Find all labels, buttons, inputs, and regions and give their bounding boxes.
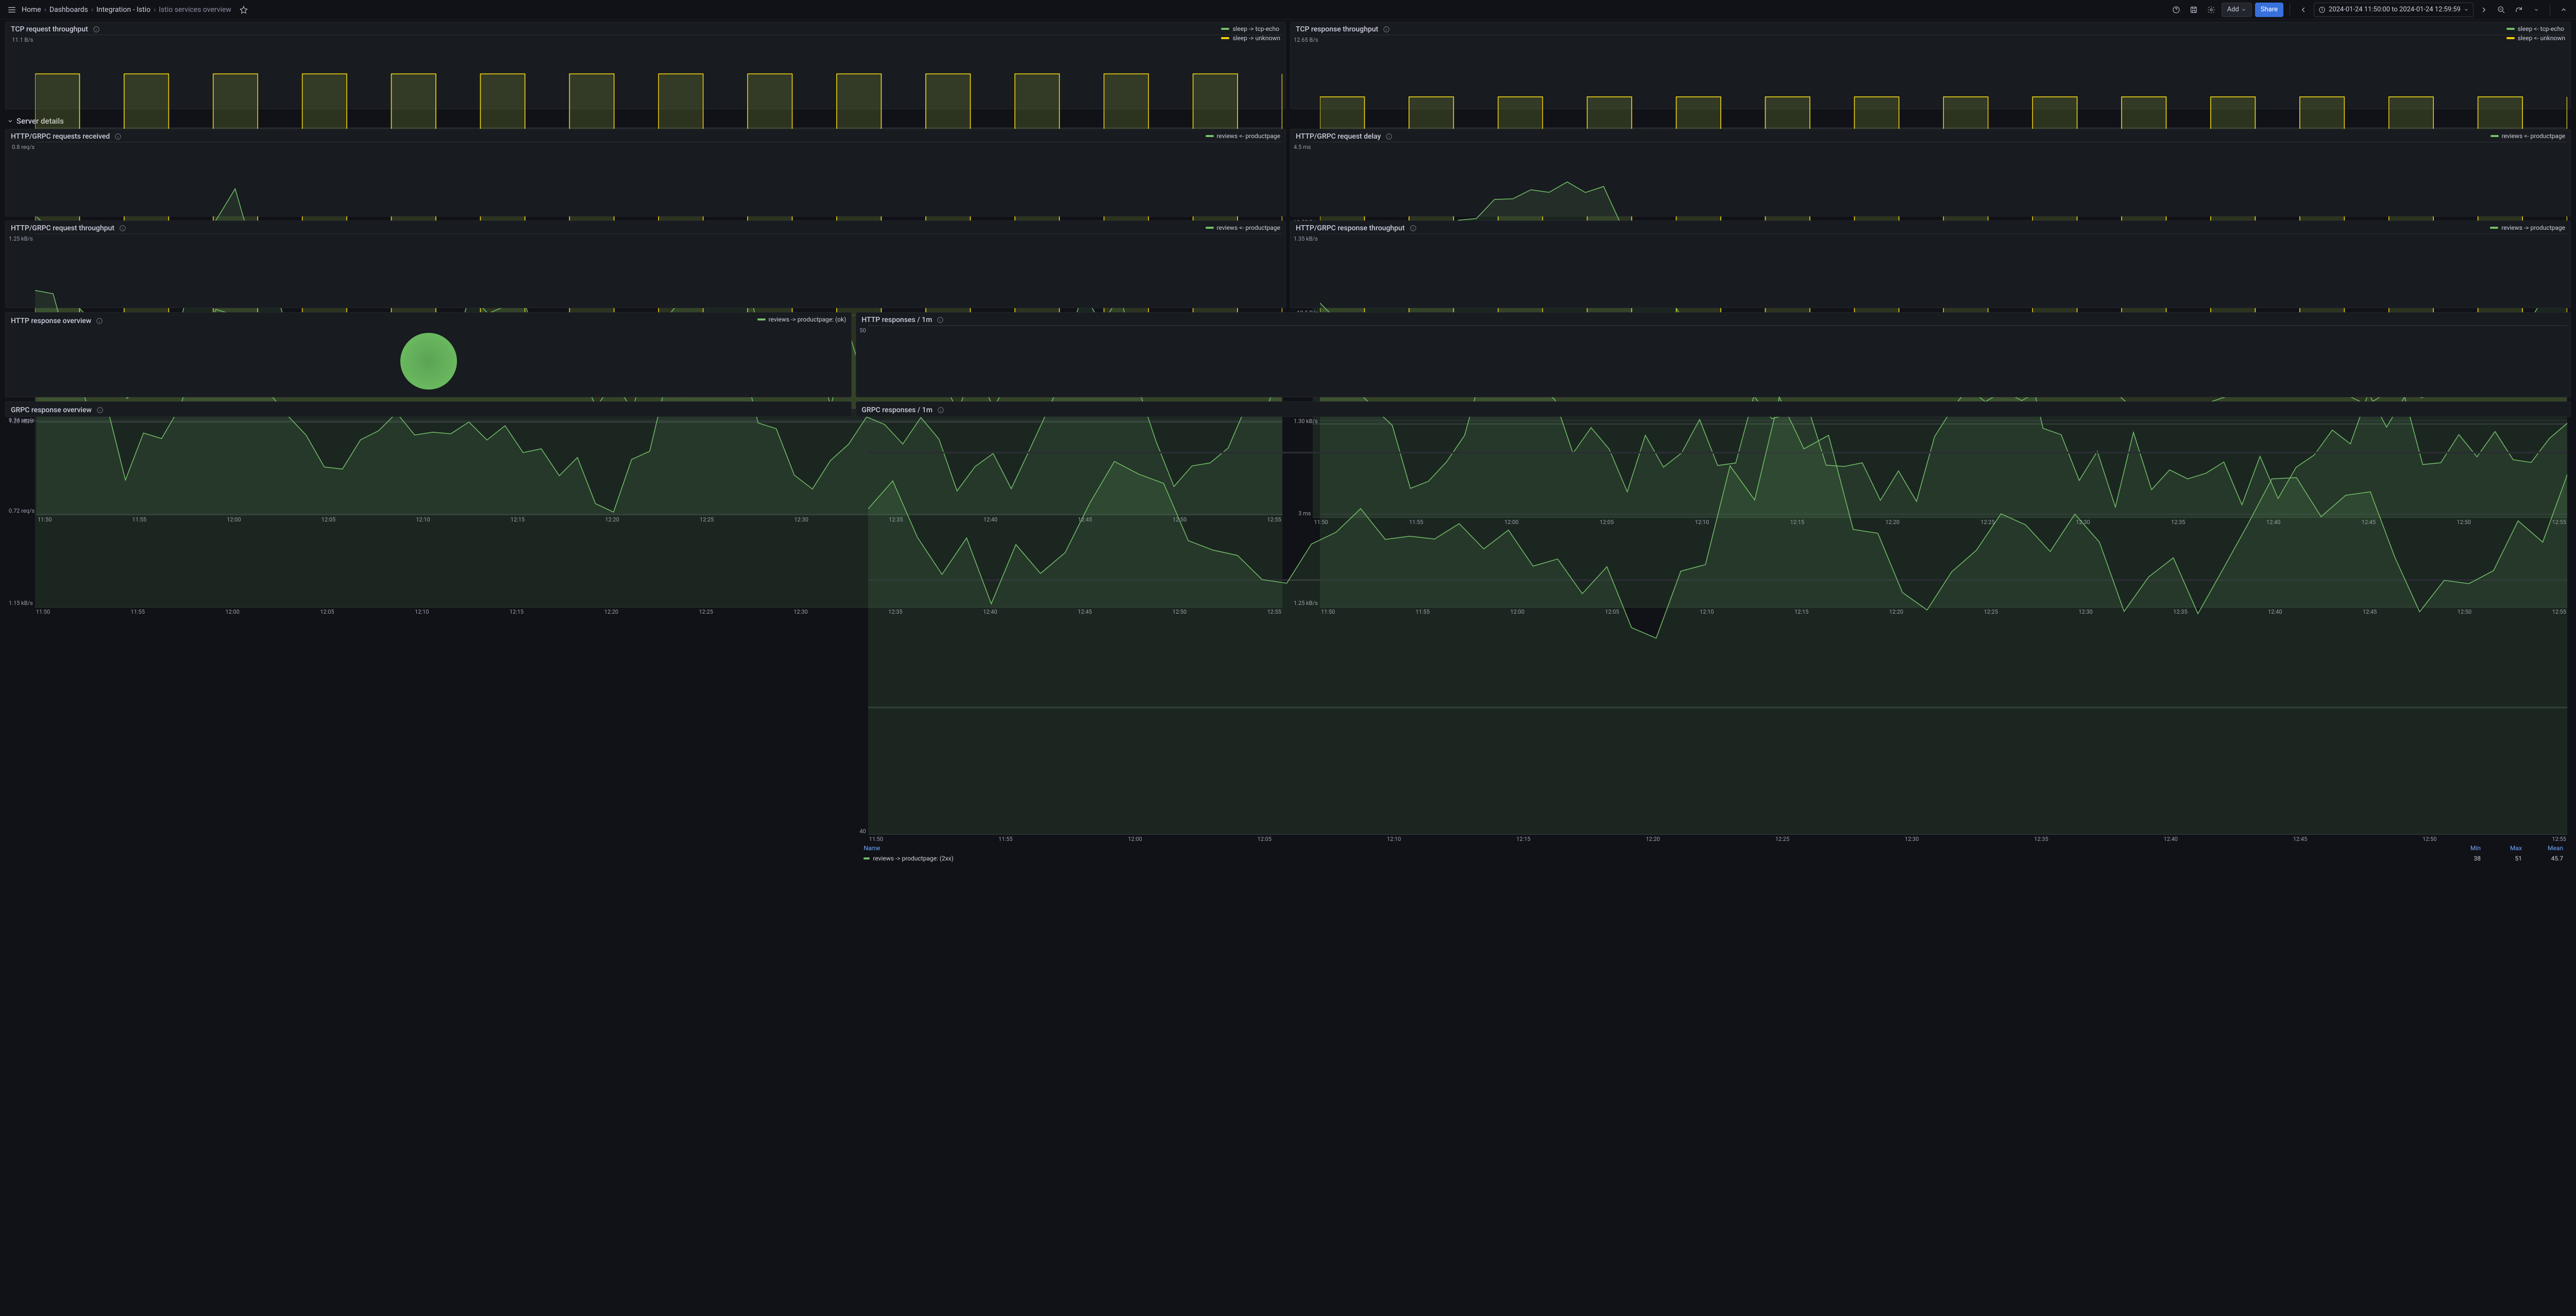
- legend-label: sleep -> tcp-echo: [1232, 25, 1279, 32]
- panel-title: HTTP/GRPC request throughput: [11, 224, 114, 232]
- breadcrumb-current: Istio services overview: [159, 6, 231, 14]
- legend-item[interactable]: reviews <- productpage: [1206, 224, 1280, 231]
- panel-legend: reviews -> productpage: [2490, 224, 2565, 231]
- panel-title: GRPC responses / 1m: [861, 406, 933, 414]
- legend-label: reviews <- productpage: [2502, 132, 2565, 140]
- top-bar: Home › Dashboards › Integration - Istio …: [0, 0, 2576, 20]
- time-range-picker[interactable]: 2024-01-24 11:50:00 to 2024-01-24 12:59:…: [2314, 3, 2473, 17]
- collapse-button[interactable]: [2556, 3, 2571, 17]
- panel-http-response-overview[interactable]: HTTP response overview reviews -> produc…: [5, 312, 852, 397]
- table-cell-max: 51: [2481, 855, 2522, 862]
- legend-label: sleep <- unknown: [2518, 35, 2565, 42]
- info-icon[interactable]: [96, 406, 104, 414]
- panel-http-responses-1m[interactable]: HTTP responses / 1m 50 40 11:5011:5512:0…: [856, 312, 2571, 397]
- table-header-name[interactable]: Name: [863, 845, 2439, 852]
- share-button[interactable]: Share: [2255, 3, 2283, 17]
- y-axis: 1.25 kB/s 1.20 kB/s 1.15 kB/s: [9, 233, 35, 616]
- legend-item[interactable]: sleep <- unknown: [2506, 35, 2565, 42]
- clock-icon: [2318, 6, 2326, 13]
- time-next-button[interactable]: [2477, 3, 2491, 17]
- panel-grpc-response-overview[interactable]: GRPC response overview: [5, 401, 852, 417]
- table-cell-min: 38: [2439, 855, 2481, 862]
- panel-title: HTTP/GRPC request delay: [1296, 132, 1381, 141]
- table-cell-name: reviews -> productpage: (2xx): [863, 855, 2439, 862]
- legend-item[interactable]: reviews -> productpage: [2490, 224, 2565, 231]
- legend-label: reviews -> productpage: (ok): [769, 316, 846, 323]
- add-button[interactable]: Add: [2222, 3, 2252, 17]
- legend-label: reviews -> productpage: [2501, 224, 2565, 231]
- panel-title: HTTP/GRPC requests received: [11, 132, 110, 141]
- dashboard-content: TCP request throughput sleep -> tcp-echo…: [0, 20, 2576, 462]
- share-button-label: Share: [2261, 6, 2278, 13]
- panel-legend: reviews <- productpage: [1206, 224, 1280, 231]
- legend-item[interactable]: sleep -> unknown: [1221, 35, 1280, 42]
- info-icon[interactable]: [1385, 132, 1393, 141]
- legend-label: reviews <- productpage: [1217, 132, 1280, 140]
- chevron-down-icon: [2241, 7, 2246, 12]
- settings-gear-icon[interactable]: [2204, 3, 2218, 17]
- panel-title: HTTP response overview: [11, 317, 91, 325]
- panel-legend: reviews -> productpage: (ok): [757, 316, 846, 323]
- legend-label: sleep -> unknown: [1232, 35, 1280, 42]
- panel-title: GRPC response overview: [11, 406, 92, 414]
- info-icon[interactable]: [1382, 25, 1391, 33]
- breadcrumb-sep: ›: [154, 6, 156, 14]
- legend-item[interactable]: reviews <- productpage: [2490, 132, 2565, 140]
- panel-http-grpc-requests-received[interactable]: HTTP/GRPC requests received reviews <- p…: [5, 129, 1286, 216]
- table-header-mean[interactable]: Mean: [2522, 845, 2563, 852]
- table-cell-mean: 45.7: [2522, 855, 2563, 862]
- star-favorite-button[interactable]: [236, 3, 251, 17]
- menu-toggle-button[interactable]: [5, 3, 19, 16]
- info-icon[interactable]: [92, 25, 100, 33]
- legend-item[interactable]: sleep -> tcp-echo: [1221, 25, 1280, 32]
- panel-title: HTTP responses / 1m: [861, 316, 932, 324]
- legend-item[interactable]: reviews <- productpage: [1206, 132, 1280, 140]
- panel-tcp-response-throughput[interactable]: TCP response throughput sleep <- tcp-ech…: [1290, 22, 2571, 109]
- pie-chart[interactable]: [9, 327, 848, 395]
- breadcrumb-sep: ›: [91, 6, 93, 14]
- help-icon[interactable]: [2169, 3, 2183, 17]
- legend-table: Name Min Max Mean reviews -> productpage…: [859, 843, 2567, 867]
- legend-item[interactable]: reviews -> productpage: (ok): [757, 316, 846, 323]
- panel-http-grpc-request-throughput[interactable]: HTTP/GRPC request throughput reviews <- …: [5, 221, 1286, 308]
- table-header-max[interactable]: Max: [2481, 845, 2522, 852]
- breadcrumb: Home › Dashboards › Integration - Istio …: [22, 6, 231, 14]
- time-prev-button[interactable]: [2296, 3, 2311, 17]
- breadcrumb-home[interactable]: Home: [22, 6, 41, 14]
- panel-http-grpc-response-throughput[interactable]: HTTP/GRPC response throughput reviews ->…: [1290, 221, 2571, 308]
- panel-legend: sleep <- tcp-echo sleep <- unknown: [2506, 25, 2565, 42]
- legend-label: reviews <- productpage: [1217, 224, 1280, 231]
- table-row[interactable]: reviews -> productpage: (2xx) 38 51 45.7: [863, 853, 2563, 864]
- legend-label: sleep <- tcp-echo: [2518, 25, 2564, 32]
- info-icon[interactable]: [95, 317, 104, 325]
- panel-legend: reviews <- productpage: [1206, 132, 1280, 140]
- refresh-interval-dropdown[interactable]: [2529, 3, 2544, 17]
- save-dashboard-icon[interactable]: [2187, 3, 2201, 17]
- info-icon[interactable]: [937, 406, 945, 414]
- panel-tcp-request-throughput[interactable]: TCP request throughput sleep -> tcp-echo…: [5, 22, 1286, 109]
- x-axis: 11:5011:5512:0012:0512:1012:1512:2012:25…: [868, 835, 2567, 843]
- legend-item[interactable]: sleep <- tcp-echo: [2506, 25, 2565, 32]
- chevron-down-icon: [2464, 7, 2469, 12]
- table-header-min[interactable]: Min: [2439, 845, 2481, 852]
- breadcrumb-dashboards[interactable]: Dashboards: [49, 6, 88, 14]
- info-icon[interactable]: [118, 224, 127, 232]
- panel-http-grpc-request-delay[interactable]: HTTP/GRPC request delay reviews <- produ…: [1290, 129, 2571, 216]
- panel-legend: sleep -> tcp-echo sleep -> unknown: [1221, 25, 1280, 42]
- time-range-label: 2024-01-24 11:50:00 to 2024-01-24 12:59:…: [2329, 6, 2461, 13]
- info-icon[interactable]: [936, 316, 944, 324]
- info-icon[interactable]: [1409, 224, 1417, 232]
- panel-title: TCP request throughput: [11, 25, 88, 33]
- refresh-button[interactable]: [2512, 3, 2526, 17]
- info-icon[interactable]: [114, 132, 122, 141]
- breadcrumb-integration-istio[interactable]: Integration - Istio: [96, 6, 150, 14]
- add-button-label: Add: [2227, 6, 2239, 13]
- pie-slice-ok: [400, 333, 457, 390]
- panel-grpc-responses-1m[interactable]: GRPC responses / 1m: [856, 401, 2571, 417]
- panel-legend: reviews <- productpage: [2490, 132, 2565, 140]
- panel-title: TCP response throughput: [1296, 25, 1378, 33]
- breadcrumb-sep: ›: [44, 6, 46, 14]
- panel-title: HTTP/GRPC response throughput: [1296, 224, 1405, 232]
- zoom-out-button[interactable]: [2494, 3, 2509, 17]
